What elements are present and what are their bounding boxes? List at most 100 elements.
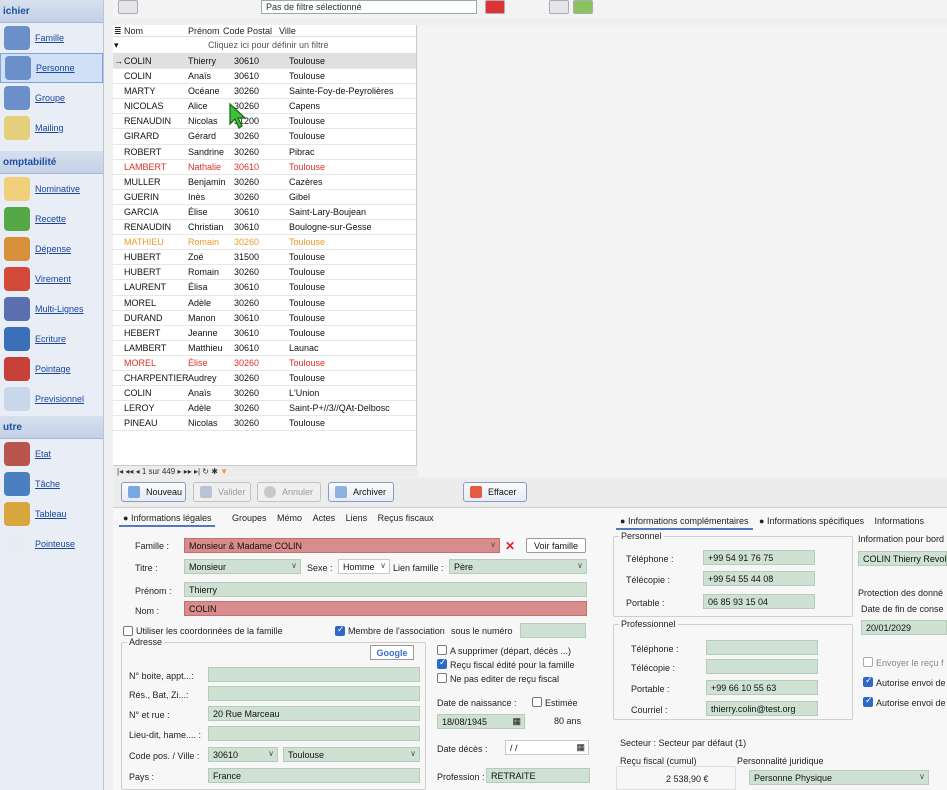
estimee-checkbox[interactable]: [532, 697, 542, 707]
tab-memo[interactable]: Mémo: [273, 511, 306, 525]
lieu-dit-field[interactable]: [208, 726, 420, 741]
autorise-envoi-1-checkbox[interactable]: [863, 675, 873, 687]
table-row[interactable]: PINEAU Nicolas 30260 Toulouse: [113, 416, 416, 432]
nav-prev-icon[interactable]: ◂: [136, 467, 140, 476]
nav-next-page-icon[interactable]: ▸▸: [184, 467, 192, 476]
membre-numero-field[interactable]: [520, 623, 586, 638]
section-fichier[interactable]: ichier: [0, 0, 103, 23]
table-row[interactable]: MATHIEU Romain 30260 Toulouse: [113, 235, 416, 251]
courriel-field[interactable]: thierry.colin@test.org: [706, 701, 818, 716]
calendar-deces-icon[interactable]: ▦: [576, 742, 585, 753]
table-row[interactable]: DURAND Manon 30610 Toulouse: [113, 311, 416, 326]
titre-select[interactable]: Monsieur ∨: [184, 559, 301, 574]
sidebar-item-previsionnel[interactable]: Previsionnel: [0, 384, 103, 414]
clear-family-icon[interactable]: ✕: [505, 539, 519, 553]
tab-informations-legales[interactable]: ● Informations légales: [119, 511, 216, 527]
sidebar-item-t-che[interactable]: Tâche: [0, 469, 103, 499]
table-row[interactable]: GIRARD Gérard 30260 Toulouse: [113, 129, 416, 145]
deces-field[interactable]: / / ▦: [505, 740, 589, 755]
personnalite-juridique-select[interactable]: Personne Physique ∨: [749, 770, 929, 785]
table-row[interactable]: NICOLAS Alice 30260 Capens: [113, 99, 416, 115]
sidebar-item-recette[interactable]: Recette: [0, 204, 103, 234]
column-nom[interactable]: Nom: [124, 26, 143, 36]
sidebar-item-personne[interactable]: Personne: [0, 53, 103, 83]
sidebar-item-mailing[interactable]: Mailing: [0, 113, 103, 143]
table-row[interactable]: MARTY Océane 30260 Sainte-Foy-de-Peyrolière…: [113, 84, 416, 100]
membre-checkbox[interactable]: [335, 624, 345, 636]
nav-refresh-icon[interactable]: ↻: [202, 467, 209, 476]
table-row[interactable]: RENAUDIN Nicolas 31200 Toulouse: [113, 114, 416, 130]
annuler-button[interactable]: Annuler: [257, 482, 321, 502]
table-row[interactable]: COLIN Anaïs 30610 Toulouse: [113, 69, 416, 85]
google-button[interactable]: Google: [370, 645, 414, 660]
res-field[interactable]: [208, 686, 420, 701]
ville-field[interactable]: Toulouse ∨: [283, 747, 420, 762]
table-row[interactable]: LAMBERT Nathalie 30610 Toulouse: [113, 160, 416, 175]
filter-select[interactable]: Pas de filtre sélectionné: [261, 0, 477, 14]
table-row[interactable]: HUBERT Romain 30260 Toulouse: [113, 265, 416, 281]
date-fin-field[interactable]: 20/01/2029: [861, 620, 947, 635]
nav-star-icon[interactable]: ✱: [211, 467, 218, 476]
filter-icon-button[interactable]: [118, 0, 138, 14]
sidebar-item-d-pense[interactable]: Dépense: [0, 234, 103, 264]
column-code-postal[interactable]: Code Postal: [223, 26, 272, 36]
boite-field[interactable]: [208, 667, 420, 682]
column-ville[interactable]: Ville: [279, 26, 296, 36]
section-comptabilite[interactable]: omptabilité: [0, 151, 103, 174]
pro-telecopie-field[interactable]: [706, 659, 818, 674]
sexe-select[interactable]: Homme ∨: [338, 559, 390, 574]
recu-edite-checkbox[interactable]: [437, 657, 447, 669]
nav-first-icon[interactable]: |◂: [117, 467, 123, 476]
section-autre[interactable]: utre: [0, 416, 103, 439]
table-row[interactable]: MULLER Benjamin 30260 Cazères: [113, 175, 416, 190]
nouveau-button[interactable]: Nouveau: [121, 482, 186, 502]
telecopie-field[interactable]: +99 54 55 44 08: [703, 571, 815, 586]
table-row[interactable]: COLIN Anaïs 30260 L'Union: [113, 386, 416, 402]
column-chooser-icon[interactable]: ≣: [114, 26, 122, 37]
table-row[interactable]: HEBERT Jeanne 30610 Toulouse: [113, 326, 416, 341]
refresh-button[interactable]: [573, 0, 593, 14]
nom-field[interactable]: COLIN: [184, 601, 587, 616]
portable-field[interactable]: 06 85 93 15 04: [703, 594, 815, 609]
table-row[interactable]: MOREL Adèle 30260 Toulouse: [113, 296, 416, 311]
bordereau-field[interactable]: COLIN Thierry Revolut: [858, 551, 947, 566]
sidebar-item-etat[interactable]: Etat: [0, 439, 103, 469]
pro-portable-field[interactable]: +99 66 10 55 63: [706, 680, 818, 695]
profession-field[interactable]: RETRAITE: [486, 768, 590, 783]
cp-field[interactable]: 30610 ∨: [208, 747, 278, 762]
sidebar-item-pointage[interactable]: Pointage: [0, 354, 103, 384]
lien-famille-select[interactable]: Père ∨: [449, 559, 587, 574]
naissance-field[interactable]: 18/08/1945 ▦: [437, 714, 525, 729]
sidebar-item-virement[interactable]: Virement: [0, 264, 103, 294]
prenom-field[interactable]: Thierry: [184, 582, 587, 597]
table-row[interactable]: RENAUDIN Christian 30610 Boulogne-sur-Gesse: [113, 220, 416, 236]
archiver-button[interactable]: Archiver: [328, 482, 394, 502]
pays-field[interactable]: France: [208, 768, 420, 783]
nav-funnel-icon[interactable]: ▼: [220, 467, 228, 476]
sidebar-item-nominative[interactable]: Nominative: [0, 174, 103, 204]
sidebar-item-tableau[interactable]: Tableau: [0, 499, 103, 529]
nav-next-icon[interactable]: ▸: [177, 467, 181, 476]
sidebar-item-multi-lignes[interactable]: Multi-Lignes: [0, 294, 103, 324]
sidebar-item-groupe[interactable]: Groupe: [0, 83, 103, 113]
pro-telephone-field[interactable]: [706, 640, 818, 655]
table-row[interactable]: LEROY Adèle 30260 Saint-P+//3//QAt-Delbosc: [113, 401, 416, 417]
autorise-envoi-2-checkbox[interactable]: [863, 695, 873, 707]
tab-groupes[interactable]: Groupes: [228, 511, 271, 525]
famille-select[interactable]: Monsieur & Madame COLIN ∨: [184, 538, 500, 553]
use-family-coords-checkbox[interactable]: [123, 626, 133, 636]
table-row[interactable]: LAMBERT Matthieu 30610 Launac: [113, 341, 416, 356]
nav-prev-page-icon[interactable]: ◂◂: [125, 467, 133, 476]
effacer-button[interactable]: Effacer: [463, 482, 527, 502]
sidebar-item-famille[interactable]: Famille: [0, 23, 103, 53]
table-row[interactable]: CHARPENTIER Audrey 30260 Toulouse: [113, 371, 416, 387]
table-row[interactable]: GARCIA Élise 30610 Saint-Lary-Boujean: [113, 205, 416, 221]
sidebar-item-pointeuse[interactable]: Pointeuse: [0, 529, 103, 559]
filter-row[interactable]: ▾ Cliquez ici pour définir un filtre: [113, 37, 416, 54]
calendar-icon[interactable]: ▦: [512, 716, 521, 727]
telephone-field[interactable]: +99 54 91 76 75: [703, 550, 815, 565]
voir-famille-button[interactable]: Voir famille: [526, 538, 586, 553]
rue-field[interactable]: 20 Rue Marceau: [208, 706, 420, 721]
a-supprimer-checkbox[interactable]: [437, 645, 447, 655]
table-row[interactable]: LAURENT Élisa 30610 Toulouse: [113, 280, 416, 296]
